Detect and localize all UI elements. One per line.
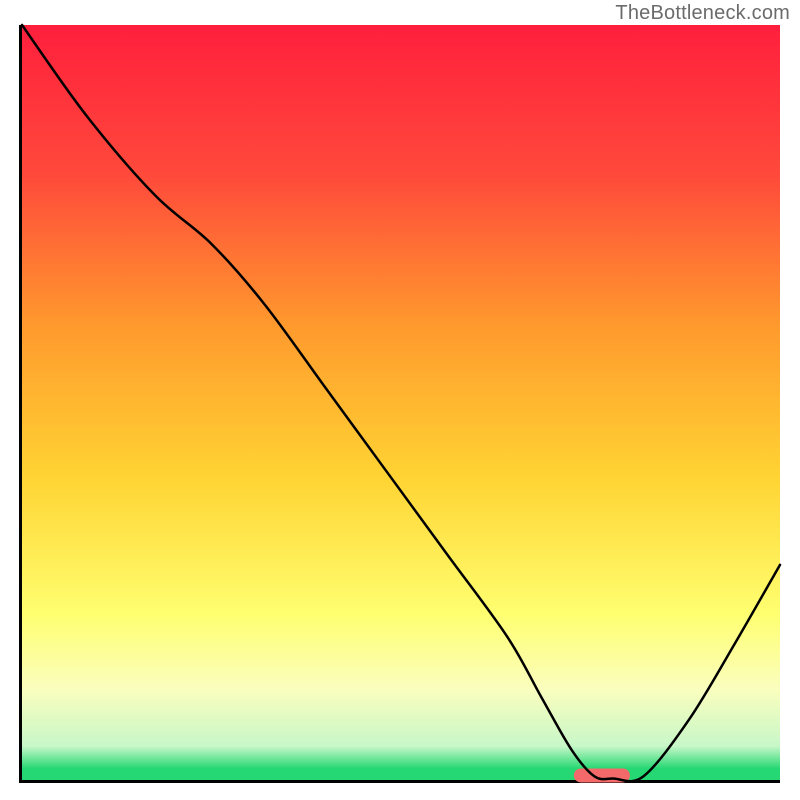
chart-svg	[0, 0, 800, 800]
axis-bottom	[19, 780, 780, 783]
chart-canvas: TheBottleneck.com	[0, 0, 800, 800]
axis-left	[19, 25, 22, 783]
watermark: TheBottleneck.com	[615, 2, 790, 25]
plot-area-bg	[22, 25, 780, 780]
